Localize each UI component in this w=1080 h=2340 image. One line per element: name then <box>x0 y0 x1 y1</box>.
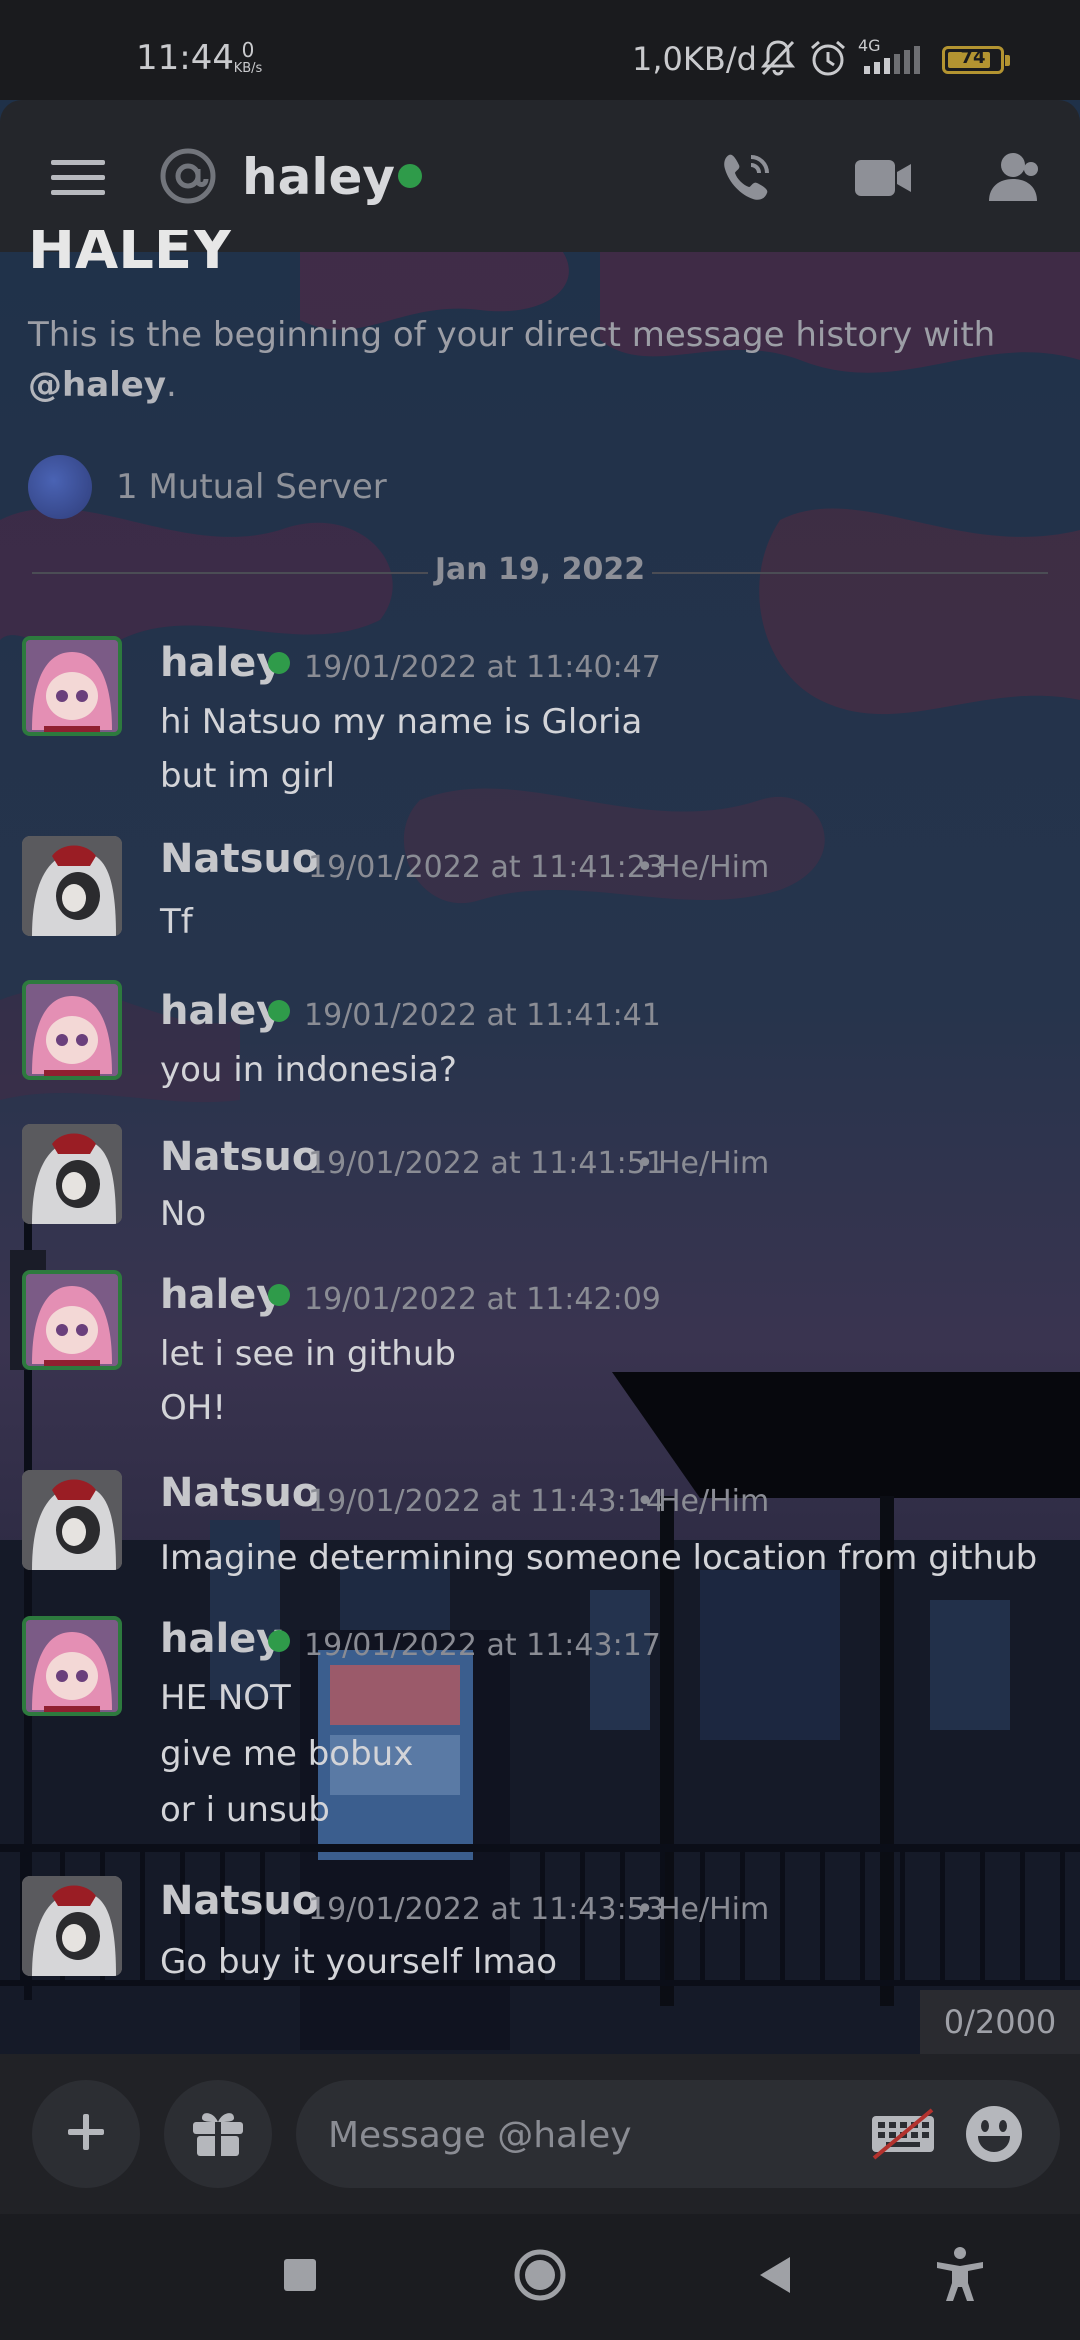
message-author[interactable]: Natsuo <box>160 1878 319 1924</box>
status-bar: 11:44 0 KB/s 1,0KB/d 4G 74 <box>0 0 1080 100</box>
net-speed: 0 KB/s <box>228 40 268 75</box>
avatar-haley[interactable] <box>22 1270 122 1370</box>
pronoun-separator: • <box>636 850 654 885</box>
battery-level: 74 <box>960 47 986 68</box>
message-line: OH! <box>160 1388 226 1428</box>
mutual-servers-row[interactable]: 1 Mutual Server <box>28 454 387 520</box>
message-timestamp: 19/01/2022 at 11:41:23 <box>308 850 665 885</box>
net-speed-unit: KB/s <box>233 61 263 76</box>
message-composer <box>0 2054 1080 2214</box>
character-counter: 0/2000 <box>920 1990 1080 2054</box>
add-icon <box>64 2110 108 2158</box>
message-author[interactable]: Natsuo <box>160 1134 319 1180</box>
message-line: HE NOT <box>160 1678 291 1718</box>
message-line: or i unsub <box>160 1790 330 1830</box>
message-timestamp: 19/01/2022 at 11:41:51 <box>308 1146 665 1181</box>
mute-icon <box>758 38 798 82</box>
message-line: hi Natsuo my name is Gloria <box>160 702 643 742</box>
message-input-container <box>296 2080 1060 2190</box>
server-icon <box>28 455 92 519</box>
avatar-haley[interactable] <box>22 980 122 1080</box>
avatar-haley[interactable] <box>22 1616 122 1716</box>
pronoun-separator: • <box>636 1892 654 1927</box>
recents-icon <box>282 2257 318 2297</box>
dm-intro-mention[interactable]: @haley <box>28 365 166 405</box>
dm-intro-text: This is the beginning of your direct mes… <box>28 310 1028 410</box>
message-author[interactable]: haley <box>160 640 282 686</box>
channel-name: haley <box>242 148 395 206</box>
message-timestamp: 19/01/2022 at 11:43:53 <box>308 1892 665 1927</box>
online-status-icon <box>398 164 422 188</box>
online-status-icon <box>268 1000 290 1022</box>
video-call-icon[interactable] <box>850 150 916 206</box>
data-usage: 1,0KB/d <box>632 40 757 78</box>
message-line: No <box>160 1194 207 1234</box>
avatar-natsuo[interactable] <box>22 1876 122 1976</box>
message-line: give me bobux <box>160 1734 414 1774</box>
dm-intro-suffix: . <box>166 365 177 405</box>
status-time: 11:44 <box>136 38 234 78</box>
message-author[interactable]: Natsuo <box>160 836 319 882</box>
message-author[interactable]: haley <box>160 988 282 1034</box>
battery-icon: 74 <box>942 46 1010 74</box>
message-author[interactable]: Natsuo <box>160 1470 319 1516</box>
date-divider: Jan 19, 2022 <box>32 552 1048 592</box>
message-timestamp: 19/01/2022 at 11:43:17 <box>304 1628 661 1663</box>
message-line: but im girl <box>160 756 336 796</box>
message-author[interactable]: haley <box>160 1616 282 1662</box>
alarm-icon <box>808 38 848 82</box>
message-pronouns: He/Him <box>658 1146 770 1181</box>
members-icon[interactable] <box>980 144 1046 210</box>
gift-button[interactable] <box>164 2080 272 2188</box>
back-button[interactable] <box>716 2214 836 2340</box>
dm-intro-prefix: This is the beginning of your direct mes… <box>28 315 996 355</box>
menu-icon[interactable] <box>40 140 116 216</box>
online-status-icon <box>268 652 290 674</box>
pronoun-separator: • <box>636 1484 654 1519</box>
message-pronouns: He/Him <box>658 850 770 885</box>
message-line: Tf <box>160 902 193 942</box>
home-icon <box>513 2248 567 2306</box>
message-timestamp: 19/01/2022 at 11:43:14 <box>308 1484 665 1519</box>
net-speed-value: 0 <box>241 38 255 62</box>
back-icon <box>756 2255 796 2299</box>
message-author[interactable]: haley <box>160 1272 282 1318</box>
gift-icon <box>191 2106 245 2162</box>
accessibility-button[interactable] <box>900 2214 1020 2340</box>
signal-icon <box>862 44 930 80</box>
online-status-icon <box>268 1284 290 1306</box>
avatar-natsuo[interactable] <box>22 836 122 936</box>
message-input[interactable] <box>326 2080 850 2190</box>
system-nav-bar <box>0 2214 1080 2340</box>
avatar-haley[interactable] <box>22 636 122 736</box>
keyboard-off-icon[interactable] <box>870 2108 936 2164</box>
at-icon <box>156 144 220 208</box>
mutual-servers-label: 1 Mutual Server <box>116 467 387 507</box>
recents-button[interactable] <box>240 2214 360 2340</box>
message-timestamp: 19/01/2022 at 11:42:09 <box>304 1282 661 1317</box>
dm-intro-title: HALEY <box>28 230 233 276</box>
message-timestamp: 19/01/2022 at 11:41:41 <box>304 998 661 1033</box>
avatar-natsuo[interactable] <box>22 1124 122 1224</box>
accessibility-icon <box>935 2247 985 2307</box>
message-pronouns: He/Him <box>658 1892 770 1927</box>
emoji-icon[interactable] <box>964 2104 1024 2168</box>
voice-call-icon[interactable] <box>714 144 780 210</box>
avatar-natsuo[interactable] <box>22 1470 122 1570</box>
online-status-icon <box>268 1630 290 1652</box>
message-timestamp: 19/01/2022 at 11:40:47 <box>304 650 661 685</box>
message-line: Imagine determining someone location fro… <box>160 1538 1038 1578</box>
message-line: Go buy it yourself lmao <box>160 1942 558 1982</box>
date-divider-label: Jan 19, 2022 <box>434 552 646 587</box>
pronoun-separator: • <box>636 1146 654 1181</box>
message-line: let i see in github <box>160 1334 456 1374</box>
message-line: you in indonesia? <box>160 1050 457 1090</box>
home-button[interactable] <box>480 2214 600 2340</box>
add-attachment-button[interactable] <box>32 2080 140 2188</box>
message-pronouns: He/Him <box>658 1484 770 1519</box>
